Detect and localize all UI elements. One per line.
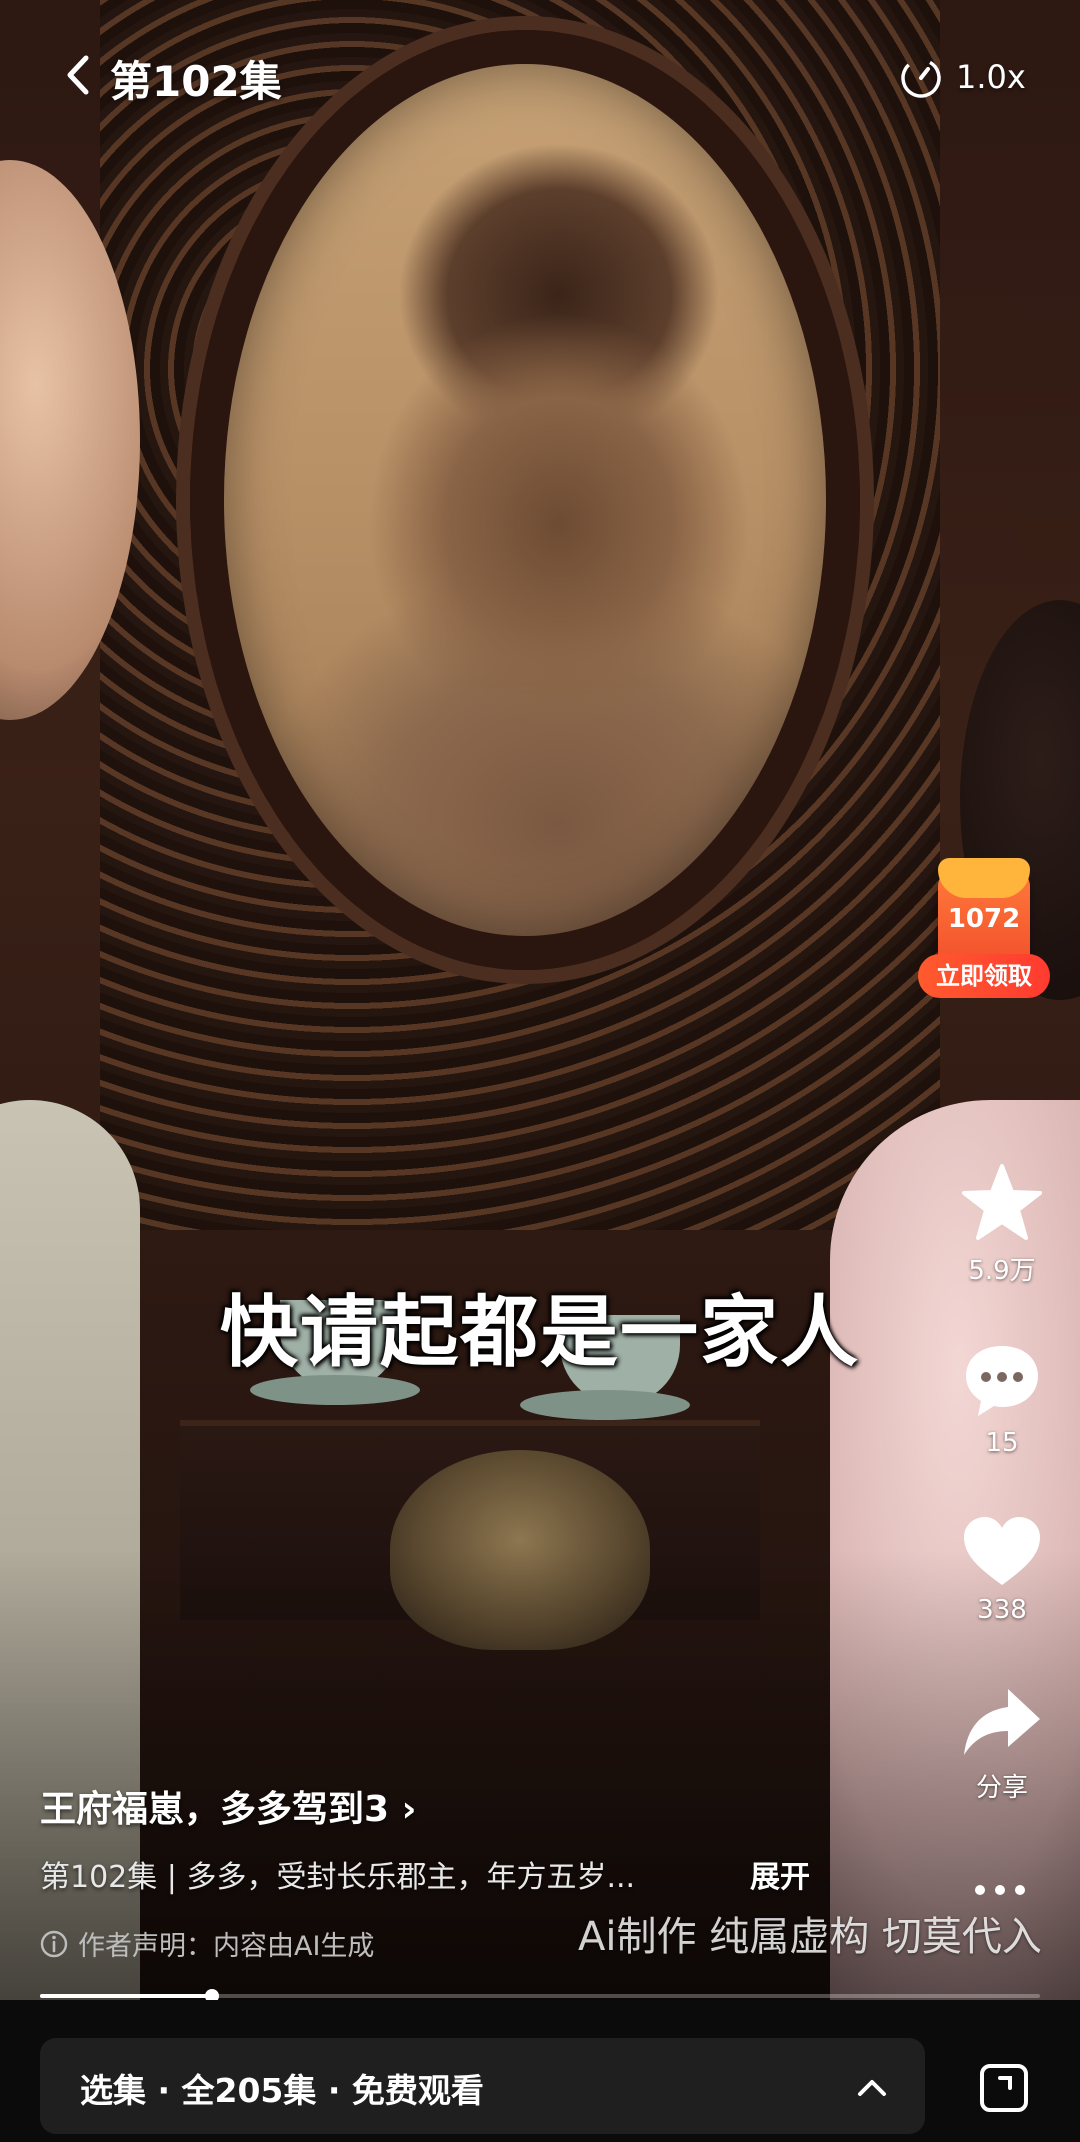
share-label: 分享 [975,1773,1028,1803]
claim-now-button[interactable]: 立即领取 [918,954,1050,998]
expand-description-button[interactable]: 展开 [750,1852,810,1896]
episode-picker-button[interactable]: 选集 · 全205集 · 免费观看 [40,2038,925,2134]
more-dots-icon [970,1880,1030,1899]
bottom-bar: 选集 · 全205集 · 免费观看 [0,2000,1080,2142]
fullscreen-icon[interactable] [976,2060,1032,2116]
chevron-up-icon [858,2080,886,2096]
heart-icon [964,1517,1040,1585]
share-arrow-icon [964,1689,1040,1755]
series-title-link[interactable]: 王府福崽，多多驾到3 › [40,1780,416,1832]
episode-title: 第102集 [110,57,282,106]
red-packet-widget[interactable]: 1072 立即领取 [918,850,1050,1000]
video-progress-bar[interactable] [40,1989,1040,2003]
top-bar: 第102集 1.0x [0,40,1080,110]
like-count: 338 [977,1595,1027,1625]
comment-count: 15 [985,1428,1019,1458]
comment-bubble-icon [966,1346,1038,1416]
speed-timer-icon [901,58,941,98]
back-button[interactable] [58,50,98,100]
author-disclaimer: 作者声明：内容由AI生成 [40,1924,374,1963]
episode-picker-label: 选集 · 全205集 · 免费观看 [80,2071,484,2110]
collect-button[interactable]: 5.9万 [950,1162,1054,1287]
disclaimer-text: 作者声明：内容由AI生成 [78,1931,375,1962]
more-options-button[interactable] [970,1880,1034,1900]
star-icon [962,1164,1042,1240]
playback-speed-button[interactable]: 1.0x [898,52,1026,102]
ai-generated-watermark: Ai制作 纯属虚构 切莫代入 [578,1914,1042,1960]
comment-button[interactable]: 15 [950,1340,1054,1458]
tea-saucer [520,1390,690,1420]
chevron-left-icon [67,55,89,95]
progress-fill [40,1994,212,1998]
red-packet-count: 1072 [947,904,1021,934]
mirror-reflection [190,30,860,970]
like-button[interactable]: 338 [950,1515,1054,1625]
video-player[interactable] [0,0,1080,2000]
speed-label: 1.0x [956,58,1026,96]
collect-count: 5.9万 [968,1256,1036,1286]
video-subtitle: 快请起都是一家人 [219,1288,860,1378]
info-icon [40,1930,68,1957]
episode-description: 第102集 | 多多，受封长乐郡主，年方五岁... [40,1860,636,1895]
share-button[interactable]: 分享 [950,1685,1054,1804]
red-envelope-lid [938,858,1030,898]
